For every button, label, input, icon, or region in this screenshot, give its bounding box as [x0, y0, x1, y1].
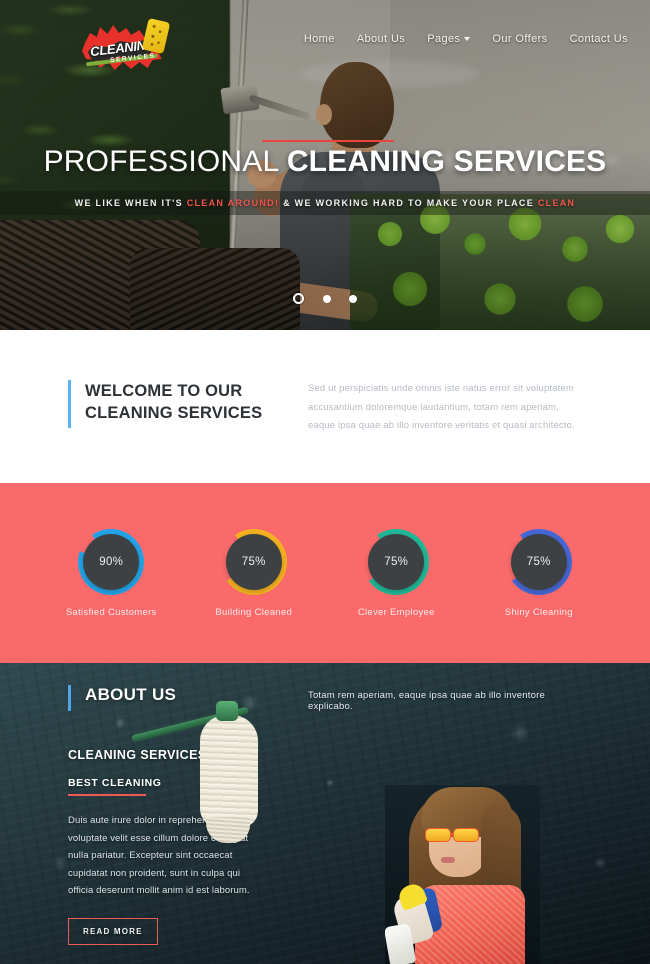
progress-ring-inner: 75%: [225, 533, 282, 590]
chevron-down-icon: [464, 37, 471, 41]
read-more-button[interactable]: READ MORE: [68, 917, 158, 945]
slider-dot-2[interactable]: [322, 294, 331, 303]
stat-percent: 75%: [384, 555, 409, 568]
welcome-heading-group: WELCOME TO OUR CLEANING SERVICES: [68, 380, 283, 428]
welcome-title-line2: CLEANING SERVICES: [85, 404, 263, 423]
stat-label: Building Cleaned: [215, 606, 293, 618]
stat-item-clever-employee: 75% Clever Employee: [331, 528, 461, 618]
nav-label: Pages: [427, 33, 461, 45]
welcome-title: WELCOME TO OUR CLEANING SERVICES: [85, 380, 262, 428]
about-tagline-underline: [68, 794, 146, 796]
nav-label: Home: [303, 33, 335, 45]
stat-percent: 75%: [526, 555, 551, 568]
hero-heading-bold: CLEANING SERVICES: [286, 145, 607, 178]
stat-item-building-cleaned: 75% Building Cleaned: [189, 528, 319, 618]
about-photo-cleaner: [385, 785, 540, 964]
nav-label: About Us: [356, 33, 406, 45]
slider-pagination: [0, 290, 650, 308]
hero-sub-text-2: & WE WORKING HARD TO MAKE YOUR PLACE: [279, 197, 538, 208]
progress-ring-inner: 90%: [83, 533, 140, 590]
mop-head: [200, 715, 258, 843]
safety-glasses-icon: [425, 827, 487, 843]
stat-label: Shiny Cleaning: [504, 606, 573, 618]
hero-section: CLEANING SERVICES Home About Us Pages Ou…: [0, 0, 650, 330]
stat-item-shiny-cleaning: 75% Shiny Cleaning: [474, 528, 604, 618]
nav-item-about-us[interactable]: About Us: [357, 33, 405, 45]
progress-ring-inner: 75%: [368, 533, 425, 590]
mop-collar: [216, 701, 238, 721]
nav-label: Contact Us: [569, 33, 628, 45]
hero-subtitle-bar: WE LIKE WHEN IT'S CLEAN AROUND! & WE WOR…: [0, 190, 650, 215]
hero-sub-highlight-2: CLEAN: [537, 197, 576, 208]
slider-dot-3[interactable]: [348, 294, 357, 303]
sponge-icon: [141, 17, 171, 55]
stat-percent: 75%: [241, 555, 266, 568]
nav-label: Our Offers: [492, 33, 548, 45]
progress-ring: 75%: [363, 528, 430, 595]
stat-label: Satisfied Customers: [65, 606, 157, 618]
about-content: ABOUT US Totam rem aperiam, eaque ipsa q…: [0, 663, 650, 945]
hero-heading-light: PROFESSIONAL: [43, 145, 287, 178]
site-logo[interactable]: CLEANING SERVICES: [82, 17, 177, 76]
about-section: ABOUT US Totam rem aperiam, eaque ipsa q…: [0, 663, 650, 964]
welcome-section: WELCOME TO OUR CLEANING SERVICES Sed ut …: [0, 330, 650, 483]
about-heading-group: ABOUT US: [68, 685, 283, 711]
statistics-section: 90% Satisfied Customers 75% Building Cle…: [0, 483, 650, 663]
progress-ring: 75%: [505, 528, 572, 595]
progress-ring: 75%: [220, 528, 287, 595]
photo-lips: [441, 857, 455, 863]
stat-percent: 90%: [99, 555, 124, 568]
about-lead-text: Totam rem aperiam, eaque ipsa quae ab il…: [308, 690, 545, 712]
welcome-text-group: Sed ut perspiciatis unde omnis iste natu…: [283, 380, 582, 436]
nav-item-pages[interactable]: Pages: [427, 33, 471, 45]
nav-item-contact-us[interactable]: Contact Us: [570, 33, 628, 45]
hero-subtitle: WE LIKE WHEN IT'S CLEAN AROUND! & WE WOR…: [0, 198, 650, 208]
hero-accent-rule: [262, 140, 394, 142]
welcome-title-line1: WELCOME TO OUR: [85, 382, 243, 400]
stat-label: Clever Employee: [357, 606, 435, 618]
about-title: ABOUT US: [85, 685, 177, 704]
slider-dot-1[interactable]: [293, 293, 305, 305]
hero-copy: PROFESSIONAL CLEANING SERVICES WE LIKE W…: [0, 140, 650, 215]
hero-heading: PROFESSIONAL CLEANING SERVICES: [0, 146, 650, 178]
about-header-row: ABOUT US Totam rem aperiam, eaque ipsa q…: [0, 685, 650, 712]
stat-item-satisfied-customers: 90% Satisfied Customers: [46, 528, 176, 618]
main-navigation: Home About Us Pages Our Offers Contact U…: [304, 33, 628, 45]
progress-ring-inner: 75%: [510, 533, 567, 590]
nav-item-home[interactable]: Home: [304, 33, 335, 45]
welcome-accent-bar: [68, 380, 71, 428]
hero-sub-text-1: WE LIKE WHEN IT'S: [74, 197, 187, 208]
welcome-paragraph: Sed ut perspiciatis unde omnis iste natu…: [308, 383, 575, 432]
progress-ring: 90%: [78, 528, 145, 595]
nav-item-our-offers[interactable]: Our Offers: [492, 33, 547, 45]
photo-lens-right: [453, 828, 479, 842]
hero-sub-highlight-1: CLEAN AROUND!: [186, 197, 280, 208]
photo-lens-left: [425, 828, 451, 842]
about-accent-bar: [68, 685, 71, 711]
about-body-group: CLEANING SERVICES BEST CLEANING Duis aut…: [0, 712, 330, 945]
